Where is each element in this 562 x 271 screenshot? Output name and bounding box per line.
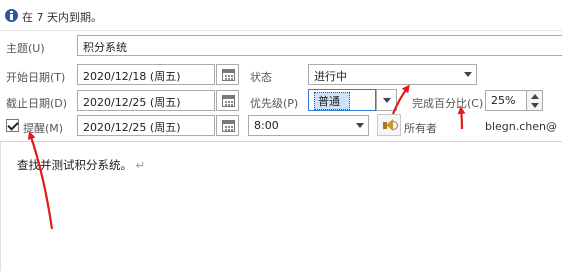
reminder-date-input[interactable]: 2020/12/25 (周五) — [77, 115, 215, 136]
subject-input[interactable]: 积分系统 — [77, 35, 562, 56]
calendar-icon — [222, 120, 235, 132]
start-date-input[interactable]: 2020/12/18 (周五) — [77, 64, 215, 85]
percent-complete-spinner[interactable] — [526, 90, 543, 111]
reminder-time-select[interactable]: 8:00 — [248, 115, 369, 136]
info-bar: 在 7 天内到期。 — [0, 0, 562, 31]
percent-complete-label: 完成百分比(C) — [412, 97, 484, 110]
start-date-label: 开始日期(T) — [6, 71, 66, 84]
reminder-date-calendar-button[interactable] — [216, 115, 239, 136]
chevron-down-icon — [464, 72, 472, 77]
subject-label: 主题(U) — [6, 42, 45, 55]
annotation-arrow-percent — [457, 106, 466, 130]
calendar-icon — [222, 69, 235, 81]
calendar-icon — [222, 95, 235, 107]
paragraph-mark: ↵ — [135, 158, 146, 172]
due-date-calendar-button[interactable] — [216, 90, 239, 111]
task-body-editor[interactable]: 查找并测试积分系统。 ↵ — [0, 142, 562, 271]
priority-dropdown-button[interactable] — [376, 89, 397, 111]
status-value: 进行中 — [314, 70, 347, 83]
status-label: 状态 — [250, 71, 272, 84]
due-date-input[interactable]: 2020/12/25 (周五) — [77, 90, 215, 111]
start-date-calendar-button[interactable] — [216, 64, 239, 85]
reminder-checkbox[interactable] — [6, 119, 19, 132]
owner-value: blegn.chen@ — [485, 120, 558, 133]
priority-value: 普通 — [314, 92, 350, 110]
owner-label: 所有者 — [404, 122, 437, 135]
chevron-down-icon — [383, 98, 391, 103]
task-body-content: 查找并测试积分系统。 — [17, 158, 132, 172]
priority-select[interactable]: 普通 — [308, 89, 376, 111]
spin-up-icon[interactable] — [531, 94, 539, 99]
spin-down-icon[interactable] — [531, 103, 539, 108]
info-icon — [5, 9, 18, 22]
info-bar-text: 在 7 天内到期。 — [22, 11, 102, 24]
task-body-text: 查找并测试积分系统。 ↵ — [17, 157, 145, 173]
reminder-time-value: 8:00 — [254, 119, 279, 132]
chevron-down-icon — [356, 123, 364, 128]
due-date-label: 截止日期(D) — [6, 97, 68, 110]
percent-complete-input[interactable]: 25% — [485, 90, 527, 111]
priority-label: 优先级(P) — [250, 97, 299, 110]
reminder-sound-button[interactable] — [377, 114, 401, 136]
status-select[interactable]: 进行中 — [308, 64, 477, 85]
reminder-label: 提醒(M) — [23, 122, 64, 135]
